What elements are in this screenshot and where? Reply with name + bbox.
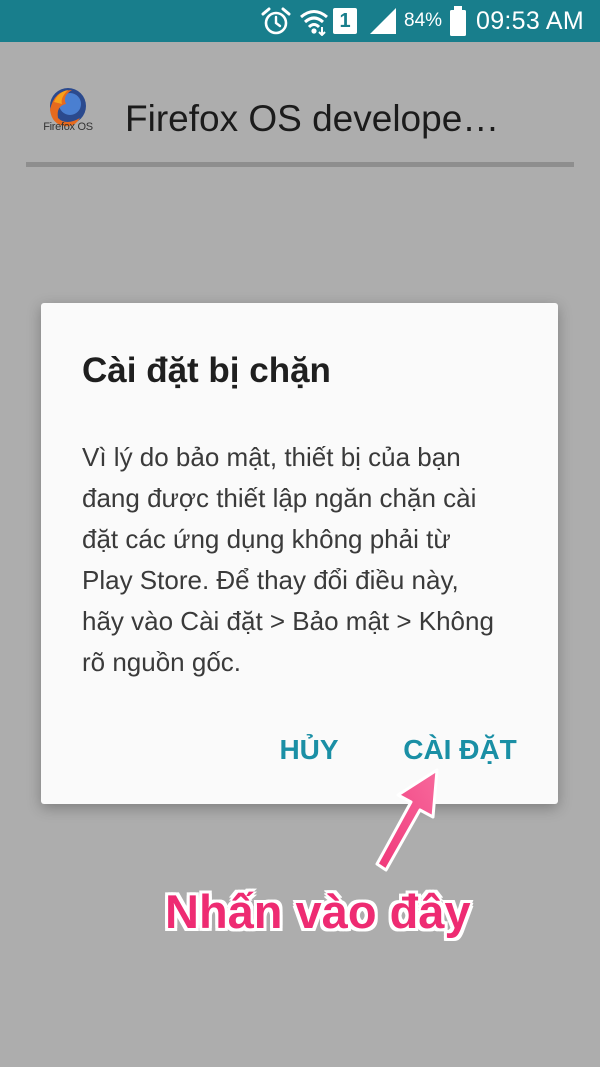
dialog-message-line: rõ nguồn gốc.	[82, 647, 242, 677]
battery-icon	[450, 6, 466, 36]
clock: 09:53 AM	[476, 7, 585, 35]
wifi-icon	[300, 10, 328, 36]
sim-icon: 1	[333, 8, 357, 34]
settings-button[interactable]: CÀI ĐẶT	[400, 728, 520, 772]
dialog-message-line: Vì lý do bảo mật, thiết bị của bạn	[82, 442, 461, 472]
alarm-icon	[261, 7, 291, 35]
app-title: Firefox OS develope…	[125, 98, 500, 139]
sim-slot-number: 1	[339, 10, 351, 32]
status-bar: 1 84% 09:53 AM	[0, 0, 600, 42]
battery-percent: 84%	[404, 10, 443, 31]
cancel-button[interactable]: HỦY	[278, 728, 340, 772]
dialog-title: Cài đặt bị chặn	[82, 351, 331, 390]
header-divider	[26, 162, 574, 167]
dialog-message-line: đặt các ứng dụng không phải từ	[82, 524, 451, 554]
dialog-message-line: hãy vào Cài đặt > Bảo mật > Không	[82, 606, 494, 636]
dialog-actions: HỦY CÀI ĐẶT	[41, 728, 558, 772]
dialog-message: Vì lý do bảo mật, thiết bị của bạn đang …	[82, 437, 527, 683]
dialog-message-line: Play Store. Để thay đổi điều này,	[82, 565, 459, 595]
signal-icon	[370, 8, 396, 34]
app-logo-caption: Firefox OS	[43, 121, 93, 133]
dialog-message-line: đang được thiết lập ngăn chặn cài	[82, 483, 477, 513]
app-header: Firefox OS Firefox OS develope…	[0, 42, 600, 168]
annotation-label: Nhấn vào đây	[165, 885, 471, 938]
install-blocked-dialog: Cài đặt bị chặn Vì lý do bảo mật, thiết …	[41, 303, 558, 804]
